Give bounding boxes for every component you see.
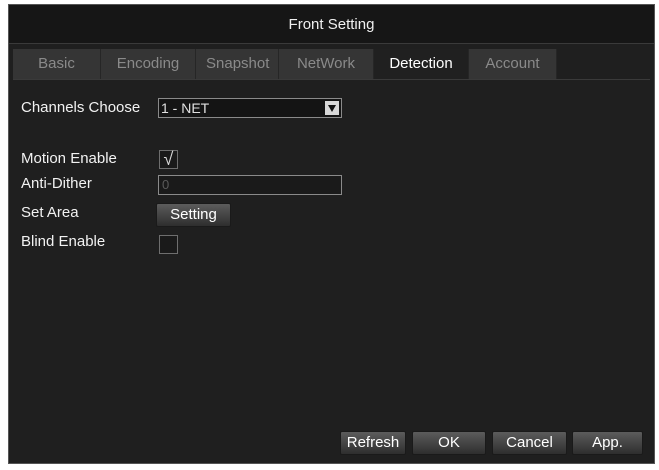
channels-select[interactable]: 1 - NET [158, 98, 342, 118]
setting-button[interactable]: Setting [156, 203, 231, 227]
check-icon: √ [163, 149, 174, 169]
channels-select-value: 1 - NET [161, 100, 210, 116]
tab-bar: Basic Encoding Snapshot NetWork Detectio… [13, 49, 557, 79]
tab-snapshot[interactable]: Snapshot [196, 49, 279, 79]
tab-network[interactable]: NetWork [279, 49, 374, 79]
blind-enable-checkbox[interactable] [159, 235, 178, 254]
tab-basic[interactable]: Basic [13, 49, 101, 79]
front-setting-dialog: Front Setting Basic Encoding Snapshot Ne… [8, 4, 655, 464]
cancel-button[interactable]: Cancel [492, 431, 567, 455]
refresh-button[interactable]: Refresh [340, 431, 406, 455]
tab-encoding[interactable]: Encoding [101, 49, 196, 79]
tab-detection[interactable]: Detection [374, 49, 469, 79]
chevron-down-icon[interactable] [325, 101, 339, 115]
apply-button[interactable]: App. [572, 431, 643, 455]
anti-dither-label: Anti-Dither [21, 175, 92, 192]
channels-choose-label: Channels Choose [21, 99, 141, 116]
anti-dither-input[interactable]: 0 [158, 175, 342, 195]
tab-account[interactable]: Account [469, 49, 557, 79]
blind-enable-label: Blind Enable [21, 233, 106, 250]
set-area-label: Set Area [21, 204, 79, 221]
motion-enable-checkbox[interactable]: √ [159, 150, 178, 169]
ok-button[interactable]: OK [412, 431, 486, 455]
tab-divider [13, 79, 650, 80]
dialog-title: Front Setting [9, 5, 654, 44]
motion-enable-label: Motion Enable [21, 150, 117, 167]
